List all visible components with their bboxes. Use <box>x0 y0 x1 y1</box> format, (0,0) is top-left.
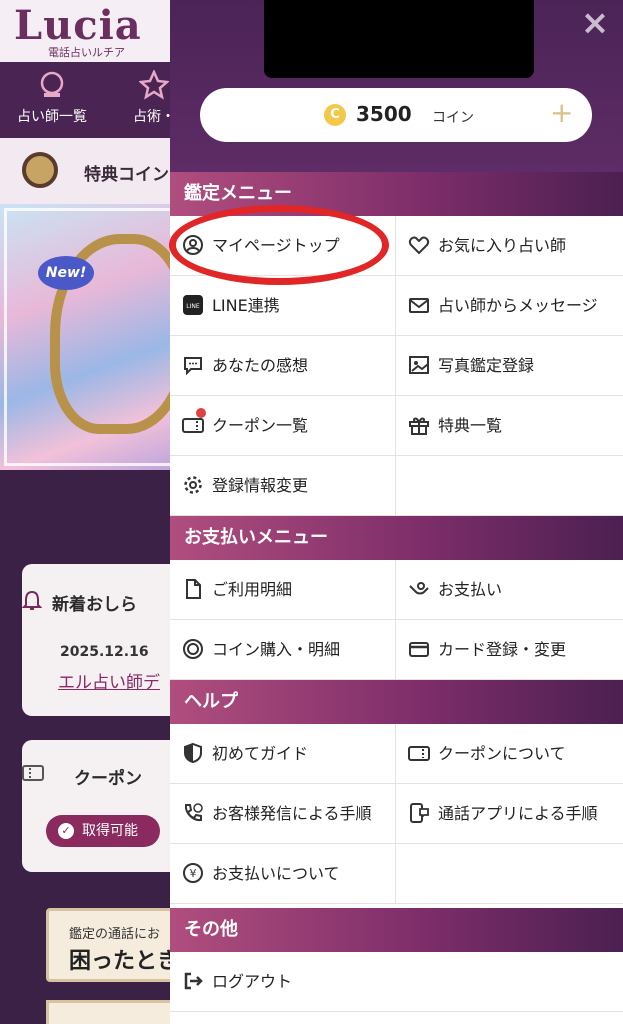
menu-item-label: LINE連携 <box>212 296 280 315</box>
yen-icon: ¥ <box>183 863 203 883</box>
menu-item-customer-call-steps[interactable]: お客様発信による手順 <box>170 784 396 844</box>
menu-item-label: 占い師からメッセージ <box>438 296 598 315</box>
ticket-icon <box>22 764 44 787</box>
menu-item-label: 通話アプリによる手順 <box>438 804 598 823</box>
menu-item-photo-reading[interactable]: 写真鑑定登録 <box>396 336 623 396</box>
user-circle-icon <box>183 235 203 255</box>
coin-icon: C <box>324 104 346 126</box>
menu-item-beginner-guide[interactable]: 初めてガイド <box>170 724 396 784</box>
menu-item-account-settings[interactable]: 登録情報変更 <box>170 456 396 516</box>
side-drawer: × C 3500 コイン + 鑑定メニュー マイページトップ お気に入り占い師 … <box>170 0 623 1024</box>
menu-item-label: クーポン一覧 <box>212 416 309 435</box>
section-title-other: その他 <box>170 908 623 952</box>
comment-icon <box>184 357 202 376</box>
menu-item-logout[interactable]: ログアウト <box>170 952 623 1012</box>
new-badge: New! <box>38 256 94 290</box>
star-icon <box>139 70 169 100</box>
check-icon: ✓ <box>58 823 74 839</box>
menu-item-mypage[interactable]: マイページトップ <box>170 216 396 276</box>
shield-icon <box>184 742 202 764</box>
section-title-payment-menu: お支払いメニュー <box>170 516 623 560</box>
coin-unit: コイン <box>432 110 474 126</box>
ticket-icon <box>408 746 430 761</box>
menu-item-about-coupons[interactable]: クーポンについて <box>396 724 623 784</box>
nav-item-label: 占い師一覧 <box>17 109 87 125</box>
menu-item-label: お客様発信による手順 <box>212 804 372 823</box>
logout-icon <box>184 972 203 990</box>
menu-item-label: ログアウト <box>212 972 293 991</box>
phone-app-icon <box>410 803 429 823</box>
menu-item-benefits[interactable]: 特典一覧 <box>396 396 623 456</box>
bonus-coin-text: 特典コイン <box>84 165 169 185</box>
menu-item-label: 登録情報変更 <box>212 476 309 495</box>
nav-item-label: 占術・ <box>133 109 175 125</box>
gear-icon <box>184 476 202 494</box>
envelope-icon <box>409 298 429 313</box>
crystal-ball-icon <box>40 71 64 97</box>
svg-text:¥: ¥ <box>190 867 197 880</box>
svg-text:LINE: LINE <box>186 303 200 310</box>
promo-banner[interactable] <box>0 204 190 470</box>
heart-icon <box>408 236 430 255</box>
coin-ring-icon <box>183 639 203 659</box>
menu-item-label: 写真鑑定登録 <box>438 356 535 375</box>
site-logo-sub: 電話占いルチア <box>48 46 125 59</box>
bonus-coin-icon <box>22 152 58 188</box>
menu-item-label: マイページトップ <box>212 236 340 255</box>
coin-amount: 3500 <box>356 102 412 126</box>
news-title: 新着おしら <box>52 595 137 615</box>
menu-item-coin-purchase[interactable]: コイン購入・明細 <box>170 620 396 680</box>
menu-item-label: あなたの感想 <box>212 356 309 375</box>
menu-item-label: コイン購入・明細 <box>212 640 341 659</box>
menu-item-messages[interactable]: 占い師からメッセージ <box>396 276 623 336</box>
add-coin-button[interactable]: + <box>550 96 573 129</box>
credit-card-icon <box>409 642 429 657</box>
section-title-fortune-menu: 鑑定メニュー <box>170 172 623 216</box>
menu-item-favorites[interactable]: お気に入り占い師 <box>396 216 623 276</box>
menu-item-reviews[interactable]: あなたの感想 <box>170 336 396 396</box>
menu-item-label: カード登録・変更 <box>438 640 567 659</box>
menu-item-card-registration[interactable]: カード登録・変更 <box>396 620 623 680</box>
drawer-header: × C 3500 コイン + <box>170 0 623 172</box>
trouble-small-text: 鑑定の通話にお <box>69 927 161 942</box>
coin-balance[interactable]: C 3500 コイン + <box>200 88 592 142</box>
coupon-title: クーポン <box>74 769 142 789</box>
line-icon: LINE <box>183 295 203 315</box>
menu-item-coupons[interactable]: クーポン一覧 <box>170 396 396 456</box>
menu-item-line[interactable]: LINE LINE連携 <box>170 276 396 336</box>
redacted-area <box>264 0 534 78</box>
menu-item-label: お気に入り占い師 <box>438 236 567 255</box>
menu-item-call-app-steps[interactable]: 通話アプリによる手順 <box>396 784 623 844</box>
menu-item-payment[interactable]: お支払い <box>396 560 623 620</box>
notification-dot <box>196 408 206 418</box>
news-link[interactable]: エル占い師デ <box>58 668 160 693</box>
menu-item-label: クーポンについて <box>438 744 566 763</box>
coupon-available-badge[interactable]: ✓ 取得可能 <box>46 815 160 847</box>
menu-item-label: 特典一覧 <box>438 416 503 435</box>
document-icon <box>186 579 201 599</box>
bell-icon <box>21 590 43 617</box>
menu-item-label: 初めてガイド <box>212 744 309 763</box>
trouble-big-text: 困ったとき <box>69 949 180 974</box>
menu-item-usage-details[interactable]: ご利用明細 <box>170 560 396 620</box>
payment-hand-icon <box>409 582 429 595</box>
menu-item-label: お支払い <box>438 580 503 599</box>
menu-item-about-payment[interactable]: ¥ お支払いについて <box>170 844 396 904</box>
site-logo[interactable]: Lucia <box>14 2 142 49</box>
coupon-badge-label: 取得可能 <box>82 823 138 839</box>
menu-item-label: ご利用明細 <box>212 580 293 599</box>
menu-item-empty <box>396 456 623 516</box>
close-button[interactable]: × <box>580 6 610 40</box>
photo-icon <box>409 356 429 374</box>
nav-item-fortune-tellers[interactable]: 占い師一覧 <box>2 70 102 126</box>
phone-call-icon <box>184 803 203 822</box>
menu-item-label: お支払いについて <box>212 864 340 883</box>
news-date: 2025.12.16 <box>60 644 149 660</box>
gift-icon <box>409 417 429 435</box>
menu-item-empty <box>396 844 623 904</box>
section-title-help: ヘルプ <box>170 680 623 724</box>
